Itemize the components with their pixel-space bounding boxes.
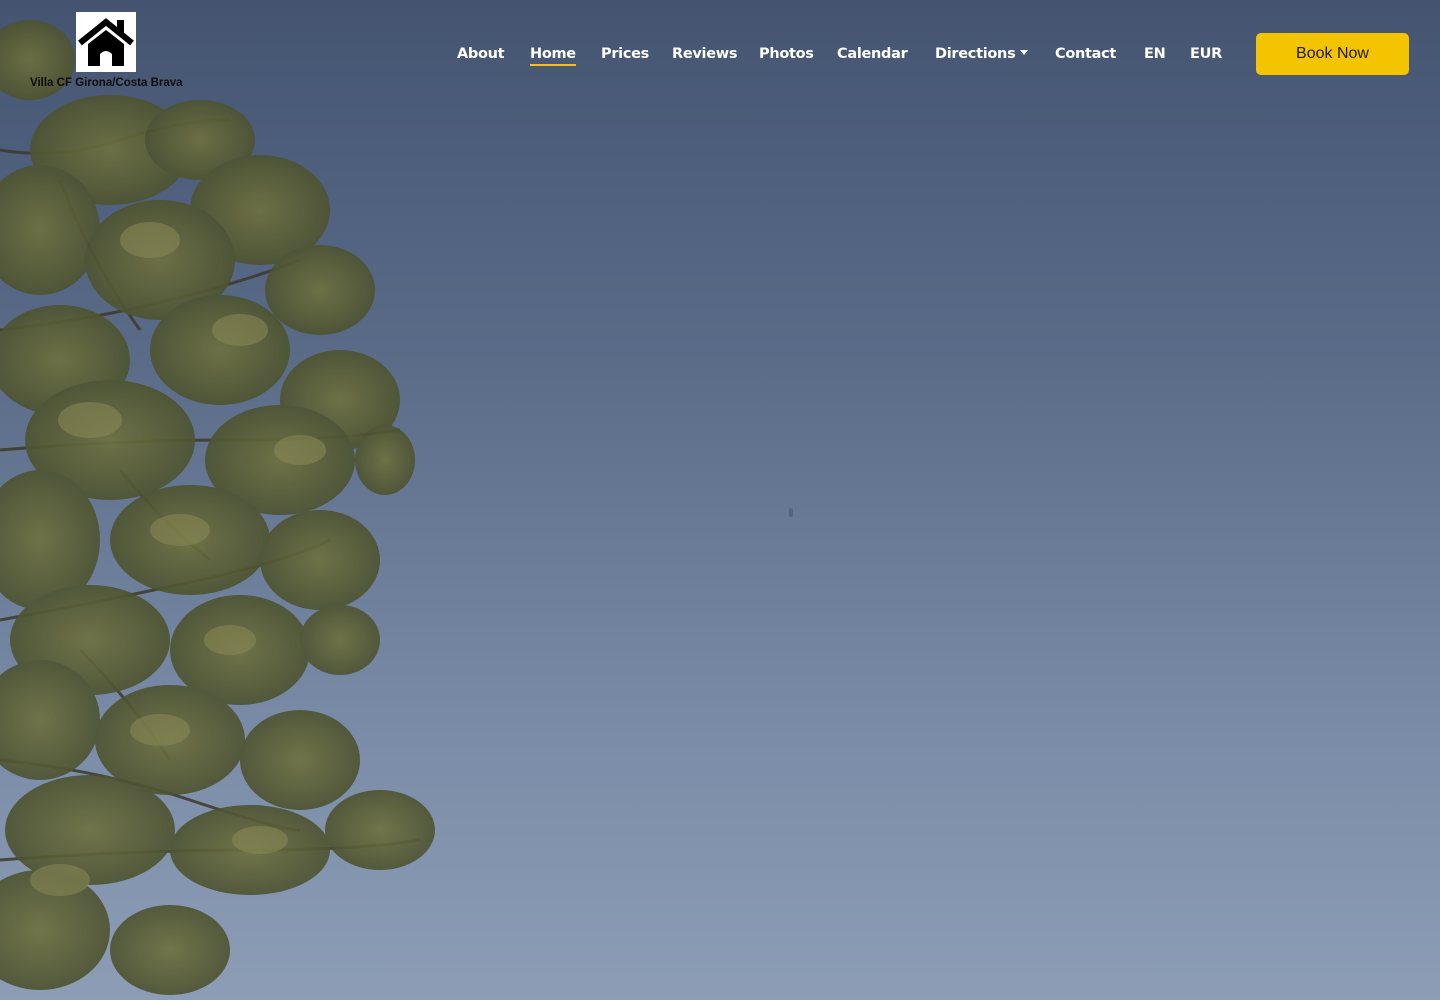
nav-item-home[interactable]: Home — [530, 44, 576, 66]
nav-item-directions-label: Directions — [935, 46, 1016, 62]
house-icon — [76, 12, 136, 72]
chevron-down-icon — [1020, 49, 1029, 55]
hero-background — [0, 0, 1440, 1000]
currency-selector[interactable]: EUR — [1190, 44, 1222, 64]
nav-item-directions[interactable]: Directions — [935, 44, 1029, 64]
site-header: Villa CF Girona/Costa Brava About Home P… — [0, 0, 1440, 100]
bird-speck — [789, 508, 793, 517]
nav-item-contact[interactable]: Contact — [1055, 44, 1116, 64]
nav-item-reviews[interactable]: Reviews — [672, 44, 737, 64]
nav-item-about[interactable]: About — [457, 44, 505, 64]
site-logo[interactable]: Villa CF Girona/Costa Brava — [30, 12, 183, 94]
olive-tree-branches — [0, 20, 435, 995]
nav-item-calendar[interactable]: Calendar — [837, 44, 908, 64]
nav-item-prices[interactable]: Prices — [601, 44, 649, 64]
nav-item-photos[interactable]: Photos — [759, 44, 814, 64]
language-selector[interactable]: EN — [1144, 44, 1166, 64]
site-name: Villa CF Girona/Costa Brava — [30, 77, 183, 89]
book-now-button[interactable]: Book Now — [1256, 33, 1409, 75]
